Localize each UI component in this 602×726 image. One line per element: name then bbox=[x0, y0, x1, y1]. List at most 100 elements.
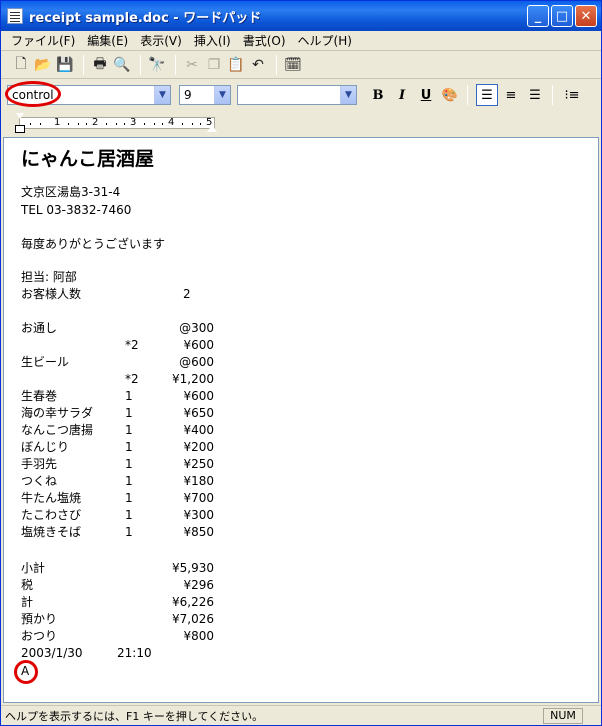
total-row: 税 ¥296 bbox=[21, 577, 221, 593]
minimize-button[interactable]: _ bbox=[527, 5, 549, 27]
save-icon[interactable]: 💾 bbox=[55, 55, 75, 75]
item-name: お通し bbox=[21, 321, 58, 335]
print-preview-icon[interactable]: 🔍 bbox=[112, 55, 132, 75]
left-indent-marker[interactable] bbox=[15, 125, 25, 133]
item-name: 手羽先 bbox=[21, 457, 58, 471]
item-name: たこわさび bbox=[21, 508, 82, 522]
menu-edit[interactable]: 編集(E) bbox=[81, 32, 134, 49]
chevron-down-icon[interactable]: ▼ bbox=[154, 86, 170, 104]
wordpad-icon[interactable] bbox=[7, 8, 23, 24]
item-row: 手羽先 1 ¥250 bbox=[21, 456, 221, 472]
item-name: ぼんじり bbox=[21, 440, 70, 454]
tel-line: TEL 03-3832-7460 bbox=[21, 203, 132, 217]
color-palette-icon[interactable]: 🎨 bbox=[439, 84, 461, 106]
find-icon[interactable]: 🔭 bbox=[147, 55, 167, 75]
item-price: ¥650 bbox=[183, 406, 214, 420]
total-value: ¥5,930 bbox=[172, 561, 214, 575]
thanks-line: 毎度ありがとうございます bbox=[21, 237, 166, 251]
undo-icon[interactable]: ↶ bbox=[248, 55, 268, 75]
item-qty: 1 bbox=[125, 440, 133, 454]
underline-icon[interactable]: U bbox=[415, 84, 437, 106]
script-select[interactable]: ▼ bbox=[237, 85, 357, 105]
item-row: 生ビール @600 bbox=[21, 354, 221, 370]
item-price: ¥600 bbox=[183, 389, 214, 403]
bullets-icon[interactable]: ⁝≡ bbox=[561, 84, 583, 106]
insert-datetime-icon[interactable]: 🗓 bbox=[283, 55, 303, 75]
total-row: おつり ¥800 bbox=[21, 628, 221, 644]
menu-view[interactable]: 表示(V) bbox=[134, 32, 188, 49]
close-button[interactable]: ✕ bbox=[575, 5, 597, 27]
item-qty: 1 bbox=[125, 423, 133, 437]
total-label: 税 bbox=[21, 578, 34, 592]
align-right-icon[interactable]: ☰ bbox=[524, 84, 546, 106]
chevron-down-icon[interactable]: ▼ bbox=[214, 86, 230, 104]
ruler[interactable]: 1 2 3 4 5 bbox=[1, 111, 601, 135]
item-name: 塩焼きそば bbox=[21, 525, 82, 539]
maximize-button[interactable]: □ bbox=[551, 5, 573, 27]
menu-help[interactable]: ヘルプ(H) bbox=[292, 32, 358, 49]
total-row: 計 ¥6,226 bbox=[21, 594, 221, 610]
new-document-icon[interactable]: 🗋 bbox=[11, 55, 31, 75]
bold-icon[interactable]: B bbox=[367, 84, 389, 106]
item-qty: 1 bbox=[125, 474, 133, 488]
item-qty: 1 bbox=[125, 406, 133, 420]
item-name: つくね bbox=[21, 474, 58, 488]
item-row: 牛たん塩焼 1 ¥700 bbox=[21, 490, 221, 506]
cursor-text: A bbox=[21, 664, 30, 678]
toolbar-separator bbox=[83, 54, 84, 75]
window-title: receipt sample.doc - ワードパッド bbox=[29, 10, 262, 26]
copy-icon[interactable]: ❐ bbox=[204, 55, 224, 75]
menu-file[interactable]: ファイル(F) bbox=[5, 32, 81, 49]
status-bar: ヘルプを表示するには、F1 キーを押してください。 NUM bbox=[1, 705, 601, 725]
align-left-icon[interactable]: ☰ bbox=[476, 84, 498, 106]
item-qty: 1 bbox=[125, 491, 133, 505]
ruler-mark: 4 bbox=[168, 117, 175, 128]
item-qty: *2 bbox=[125, 372, 139, 386]
status-help-text: ヘルプを表示するには、F1 キーを押してください。 bbox=[5, 709, 264, 723]
menu-bar: ファイル(F) 編集(E) 表示(V) 挿入(I) 書式(O) ヘルプ(H) bbox=[1, 31, 601, 51]
align-center-icon[interactable]: ≡ bbox=[500, 84, 522, 106]
right-indent-marker[interactable] bbox=[207, 125, 217, 132]
document-area[interactable]: にゃんこ居酒屋 文京区湯島3-31-4 TEL 03-3832-7460 毎度あ… bbox=[3, 137, 599, 703]
wordpad-window: receipt sample.doc - ワードパッド _ □ ✕ ファイル(F… bbox=[0, 0, 602, 726]
open-folder-icon[interactable]: 📂 bbox=[33, 55, 53, 75]
total-label: 預かり bbox=[21, 612, 58, 626]
item-row: *2 ¥1,200 bbox=[21, 371, 221, 387]
staff-line: 担当: 阿部 bbox=[21, 270, 77, 284]
menu-insert[interactable]: 挿入(I) bbox=[188, 32, 237, 49]
first-indent-marker[interactable] bbox=[16, 113, 24, 119]
menu-format[interactable]: 書式(O) bbox=[237, 32, 292, 49]
total-value: ¥296 bbox=[183, 578, 214, 592]
italic-icon[interactable]: I bbox=[391, 84, 413, 106]
paste-icon[interactable]: 📋 bbox=[226, 55, 246, 75]
item-row: 塩焼きそば 1 ¥850 bbox=[21, 524, 221, 540]
print-icon[interactable]: 🖶 bbox=[90, 55, 110, 75]
total-value: ¥800 bbox=[183, 629, 214, 643]
item-name: 牛たん塩焼 bbox=[21, 491, 82, 505]
font-size-value: 9 bbox=[184, 88, 192, 102]
font-name-select[interactable]: control ▼ bbox=[7, 85, 171, 105]
ruler-mark: 1 bbox=[54, 117, 61, 128]
format-toolbar: control ▼ 9 ▼ ▼ B I U 🎨 ☰ ≡ ☰ ⁝≡ bbox=[1, 81, 601, 109]
toolbar-separator bbox=[175, 54, 176, 75]
receipt-time: 21:10 bbox=[117, 646, 152, 660]
item-name: なんこつ唐揚 bbox=[21, 423, 94, 437]
title-bar[interactable]: receipt sample.doc - ワードパッド _ □ ✕ bbox=[1, 1, 601, 31]
item-price: @300 bbox=[179, 321, 214, 335]
item-price: ¥250 bbox=[183, 457, 214, 471]
font-size-select[interactable]: 9 ▼ bbox=[179, 85, 231, 105]
toolbar-separator bbox=[276, 54, 277, 75]
item-price: ¥300 bbox=[183, 508, 214, 522]
standard-toolbar: 🗋 📂 💾 🖶 🔍 🔭 ✂ ❐ 📋 ↶ 🗓 bbox=[1, 51, 601, 79]
cut-icon[interactable]: ✂ bbox=[182, 55, 202, 75]
guests-value: 2 bbox=[183, 287, 191, 301]
item-row: つくね 1 ¥180 bbox=[21, 473, 221, 489]
guests-label: お客様人数 bbox=[21, 287, 82, 301]
item-qty: 1 bbox=[125, 457, 133, 471]
toolbar-separator bbox=[467, 85, 468, 105]
item-qty: 1 bbox=[125, 508, 133, 522]
item-qty: 1 bbox=[125, 525, 133, 539]
item-price: ¥400 bbox=[183, 423, 214, 437]
chevron-down-icon[interactable]: ▼ bbox=[340, 86, 356, 104]
font-name-value: control bbox=[12, 88, 54, 102]
